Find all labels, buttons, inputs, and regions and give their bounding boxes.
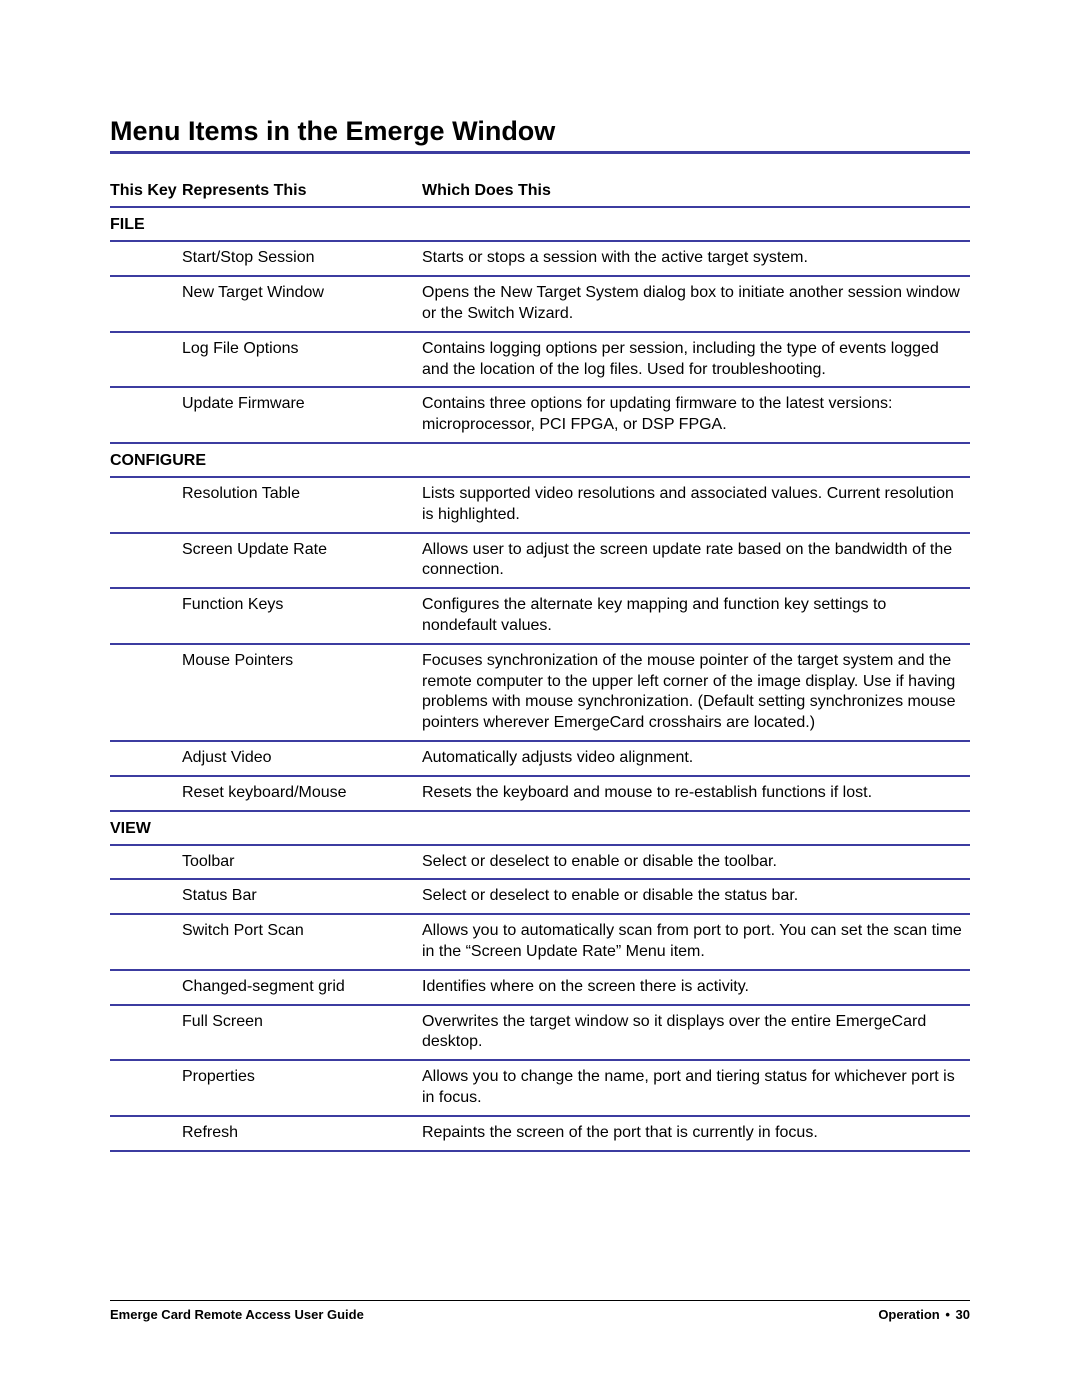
- cell-represents: Full Screen: [182, 1005, 422, 1061]
- footer-right-label: Operation: [878, 1307, 939, 1322]
- cell-description: Select or deselect to enable or disable …: [422, 879, 970, 914]
- cell-represents: Mouse Pointers: [182, 644, 422, 741]
- footer-separator: •: [943, 1307, 952, 1322]
- cell-key: [110, 276, 182, 332]
- section-header-row: CONFIGURE: [110, 443, 970, 477]
- cell-description: Overwrites the target window so it displ…: [422, 1005, 970, 1061]
- cell-represents: Reset keyboard/Mouse: [182, 776, 422, 811]
- table-row: Resolution TableLists supported video re…: [110, 477, 970, 533]
- cell-key: [110, 1116, 182, 1151]
- table-row: Start/Stop SessionStarts or stops a sess…: [110, 241, 970, 276]
- table-row: New Target WindowOpens the New Target Sy…: [110, 276, 970, 332]
- menu-table-body: FILEStart/Stop SessionStarts or stops a …: [110, 207, 970, 1150]
- table-row: Mouse PointersFocuses synchronization of…: [110, 644, 970, 741]
- cell-represents: Adjust Video: [182, 741, 422, 776]
- cell-represents: Properties: [182, 1060, 422, 1116]
- cell-description: Starts or stops a session with the activ…: [422, 241, 970, 276]
- table-header-row: This Key Represents This Which Does This: [110, 182, 970, 207]
- cell-key: [110, 1005, 182, 1061]
- cell-represents: Status Bar: [182, 879, 422, 914]
- cell-key: [110, 241, 182, 276]
- cell-represents: Refresh: [182, 1116, 422, 1151]
- cell-description: Contains three options for updating firm…: [422, 387, 970, 443]
- section-header: VIEW: [110, 811, 970, 845]
- table-row: Log File OptionsContains logging options…: [110, 332, 970, 388]
- cell-key: [110, 1060, 182, 1116]
- cell-description: Allows you to automatically scan from po…: [422, 914, 970, 970]
- cell-key: [110, 588, 182, 644]
- cell-represents: Update Firmware: [182, 387, 422, 443]
- cell-key: [110, 533, 182, 589]
- cell-description: Identifies where on the screen there is …: [422, 970, 970, 1005]
- cell-key: [110, 644, 182, 741]
- cell-key: [110, 776, 182, 811]
- page-footer: Emerge Card Remote Access User Guide Ope…: [110, 1300, 970, 1322]
- cell-represents: Changed-segment grid: [182, 970, 422, 1005]
- cell-represents: Start/Stop Session: [182, 241, 422, 276]
- cell-description: Opens the New Target System dialog box t…: [422, 276, 970, 332]
- cell-represents: Toolbar: [182, 845, 422, 880]
- cell-key: [110, 845, 182, 880]
- table-row: Full ScreenOverwrites the target window …: [110, 1005, 970, 1061]
- cell-key: [110, 741, 182, 776]
- cell-description: Focuses synchronization of the mouse poi…: [422, 644, 970, 741]
- cell-key: [110, 970, 182, 1005]
- table-row: Adjust VideoAutomatically adjusts video …: [110, 741, 970, 776]
- table-row: RefreshRepaints the screen of the port t…: [110, 1116, 970, 1151]
- cell-represents: Function Keys: [182, 588, 422, 644]
- col-header-does: Which Does This: [422, 182, 970, 207]
- cell-key: [110, 477, 182, 533]
- footer-left: Emerge Card Remote Access User Guide: [110, 1307, 364, 1322]
- cell-represents: Switch Port Scan: [182, 914, 422, 970]
- cell-represents: New Target Window: [182, 276, 422, 332]
- table-row: Screen Update RateAllows user to adjust …: [110, 533, 970, 589]
- table-row: Reset keyboard/MouseResets the keyboard …: [110, 776, 970, 811]
- cell-description: Contains logging options per session, in…: [422, 332, 970, 388]
- cell-description: Allows you to change the name, port and …: [422, 1060, 970, 1116]
- cell-description: Lists supported video resolutions and as…: [422, 477, 970, 533]
- col-header-key: This Key: [110, 182, 182, 207]
- cell-description: Automatically adjusts video alignment.: [422, 741, 970, 776]
- menu-table: This Key Represents This Which Does This…: [110, 182, 970, 1151]
- cell-represents: Log File Options: [182, 332, 422, 388]
- table-row: Update FirmwareContains three options fo…: [110, 387, 970, 443]
- section-header-row: VIEW: [110, 811, 970, 845]
- cell-represents: Screen Update Rate: [182, 533, 422, 589]
- col-header-rep: Represents This: [182, 182, 422, 207]
- table-row: Status BarSelect or deselect to enable o…: [110, 879, 970, 914]
- footer-rule: [110, 1300, 970, 1301]
- section-header: FILE: [110, 207, 970, 241]
- cell-description: Configures the alternate key mapping and…: [422, 588, 970, 644]
- footer-page-number: 30: [956, 1307, 970, 1322]
- table-row: PropertiesAllows you to change the name,…: [110, 1060, 970, 1116]
- table-row: Switch Port ScanAllows you to automatica…: [110, 914, 970, 970]
- cell-description: Repaints the screen of the port that is …: [422, 1116, 970, 1151]
- cell-represents: Resolution Table: [182, 477, 422, 533]
- cell-description: Resets the keyboard and mouse to re-esta…: [422, 776, 970, 811]
- footer-right: Operation • 30: [878, 1307, 970, 1322]
- cell-key: [110, 332, 182, 388]
- section-header: CONFIGURE: [110, 443, 970, 477]
- table-row: ToolbarSelect or deselect to enable or d…: [110, 845, 970, 880]
- section-header-row: FILE: [110, 207, 970, 241]
- cell-key: [110, 387, 182, 443]
- cell-key: [110, 879, 182, 914]
- cell-description: Allows user to adjust the screen update …: [422, 533, 970, 589]
- table-row: Changed-segment gridIdentifies where on …: [110, 970, 970, 1005]
- cell-key: [110, 914, 182, 970]
- document-page: Menu Items in the Emerge Window This Key…: [0, 0, 1080, 1397]
- cell-description: Select or deselect to enable or disable …: [422, 845, 970, 880]
- table-row: Function KeysConfigures the alternate ke…: [110, 588, 970, 644]
- title-rule: [110, 151, 970, 154]
- page-title: Menu Items in the Emerge Window: [110, 115, 970, 147]
